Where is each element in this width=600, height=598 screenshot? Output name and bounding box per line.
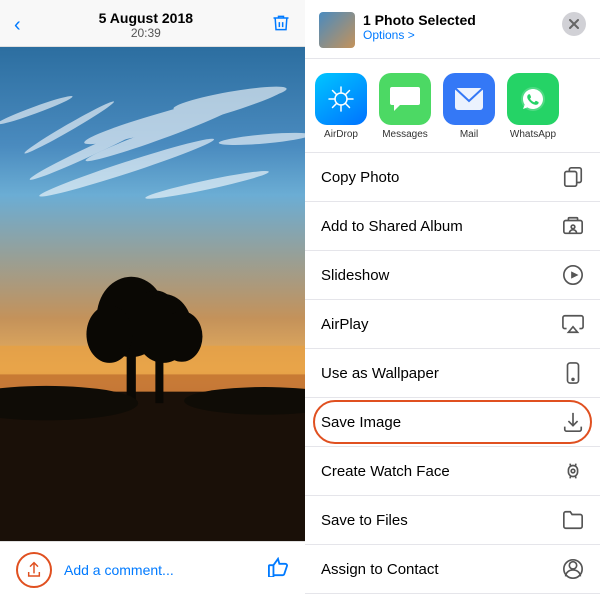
share-sheet: 1 Photo Selected Options > xyxy=(305,0,600,598)
actions-list: Copy Photo Add to Shared Album Slideshow xyxy=(305,153,600,598)
watch-icon xyxy=(562,460,584,482)
back-button[interactable]: ‹ xyxy=(14,14,21,37)
share-app-whatsapp[interactable]: WhatsApp xyxy=(507,73,559,140)
assign-contact-label: Assign to Contact xyxy=(321,561,439,578)
mail-label: Mail xyxy=(460,129,478,140)
phone-icon xyxy=(562,362,584,384)
share-app-airdrop[interactable]: AirDrop xyxy=(315,73,367,140)
top-bar: ‹ 5 August 2018 20:39 xyxy=(0,0,305,47)
save-image-icon xyxy=(562,411,584,433)
action-save-to-files[interactable]: Save to Files xyxy=(305,496,600,545)
whatsapp-label: WhatsApp xyxy=(510,129,556,140)
bottom-toolbar: Add a comment... xyxy=(0,541,305,598)
action-print[interactable]: Print xyxy=(305,594,600,598)
like-button[interactable] xyxy=(267,557,289,583)
add-shared-album-label: Add to Shared Album xyxy=(321,218,463,235)
airplay-icon xyxy=(562,313,584,335)
photo-viewer-panel: ‹ 5 August 2018 20:39 xyxy=(0,0,305,598)
action-copy-photo[interactable]: Copy Photo xyxy=(305,153,600,202)
shared-album-icon xyxy=(562,215,584,237)
contact-icon xyxy=(562,558,584,580)
watch-face-label: Create Watch Face xyxy=(321,463,450,480)
action-slideshow[interactable]: Slideshow xyxy=(305,251,600,300)
save-files-label: Save to Files xyxy=(321,512,408,529)
copy-photo-label: Copy Photo xyxy=(321,169,399,186)
close-sheet-button[interactable] xyxy=(562,12,586,36)
action-use-as-wallpaper[interactable]: Use as Wallpaper xyxy=(305,349,600,398)
photo-time: 20:39 xyxy=(99,26,193,40)
photo-display xyxy=(0,47,305,541)
options-link[interactable]: Options > xyxy=(363,28,476,42)
photo-date: 5 August 2018 xyxy=(99,10,193,26)
folder-icon xyxy=(562,509,584,531)
delete-button[interactable] xyxy=(271,13,291,38)
selected-count-label: 1 Photo Selected xyxy=(363,12,476,28)
app-share-row: AirDrop Messages Mail xyxy=(305,59,600,153)
slideshow-label: Slideshow xyxy=(321,267,389,284)
selected-photo-thumbnail xyxy=(319,12,355,48)
share-app-messages[interactable]: Messages xyxy=(379,73,431,140)
share-app-mail[interactable]: Mail xyxy=(443,73,495,140)
action-assign-contact[interactable]: Assign to Contact xyxy=(305,545,600,594)
messages-label: Messages xyxy=(382,129,428,140)
share-button[interactable] xyxy=(16,552,52,588)
action-airplay[interactable]: AirPlay xyxy=(305,300,600,349)
slideshow-icon xyxy=(562,264,584,286)
wallpaper-label: Use as Wallpaper xyxy=(321,365,439,382)
copy-icon xyxy=(562,166,584,188)
action-save-image[interactable]: Save Image xyxy=(305,398,600,447)
save-image-label: Save Image xyxy=(321,414,401,431)
action-add-shared-album[interactable]: Add to Shared Album xyxy=(305,202,600,251)
comment-field[interactable]: Add a comment... xyxy=(64,562,255,578)
action-create-watch-face[interactable]: Create Watch Face xyxy=(305,447,600,496)
airdrop-label: AirDrop xyxy=(324,129,358,140)
sheet-header: 1 Photo Selected Options > xyxy=(305,0,600,59)
airplay-label: AirPlay xyxy=(321,316,369,333)
